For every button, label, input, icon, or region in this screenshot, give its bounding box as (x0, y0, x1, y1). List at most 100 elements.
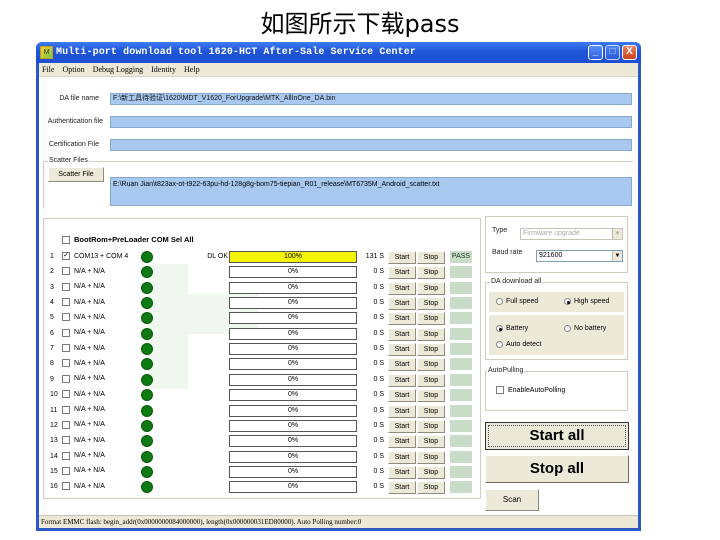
baud-select[interactable]: 921600 ▼ (536, 250, 623, 262)
checkbox[interactable] (62, 298, 70, 307)
port-start-button[interactable]: Start (388, 465, 416, 479)
port-start-button[interactable]: Start (388, 450, 416, 464)
port-checkbox[interactable]: N/A + N/A (62, 298, 105, 307)
port-checkbox[interactable]: N/A + N/A (62, 420, 105, 429)
port-stop-button[interactable]: Stop (417, 358, 445, 372)
cert-file-input[interactable] (110, 139, 632, 151)
port-stop-button[interactable]: Stop (417, 251, 445, 264)
port-start-button[interactable]: Start (388, 312, 416, 326)
port-checkbox[interactable]: N/A + N/A (62, 390, 105, 399)
title-bar[interactable]: M Multi-port download tool 1620-HCT Afte… (36, 42, 641, 63)
port-stop-button[interactable]: Stop (417, 435, 445, 449)
checkbox[interactable] (62, 390, 70, 399)
checkbox[interactable] (62, 328, 70, 337)
port-stop-button[interactable]: Stop (417, 404, 445, 418)
chevron-down-icon[interactable]: ▼ (612, 229, 622, 239)
menu-file[interactable]: File (42, 65, 54, 74)
port-start-button[interactable]: Start (388, 481, 416, 495)
checkbox[interactable] (62, 374, 70, 383)
port-stop-button[interactable]: Stop (417, 481, 445, 495)
checkbox[interactable] (62, 482, 70, 491)
port-checkbox[interactable]: N/A + N/A (62, 436, 105, 445)
port-checkbox[interactable]: N/A + N/A (62, 374, 105, 383)
port-start-button[interactable]: Start (388, 435, 416, 449)
port-checkbox[interactable]: N/A + N/A (62, 282, 105, 291)
radio-button[interactable] (496, 325, 503, 332)
port-checkbox[interactable]: N/A + N/A (62, 267, 105, 276)
scatter-file-input[interactable]: E:\Ruan Jian\t823ax-ot-t922-63pu-hd-128g… (110, 177, 632, 206)
menu-debug-logging[interactable]: Debug Logging (93, 65, 143, 74)
port-stop-button[interactable]: Stop (417, 389, 445, 403)
port-start-button[interactable]: Start (388, 327, 416, 341)
maximize-button[interactable]: □ (605, 45, 620, 60)
port-stop-button[interactable]: Stop (417, 419, 445, 433)
radio-button[interactable] (564, 298, 571, 305)
select-all-checkbox[interactable]: BootRom+PreLoader COM Sel All (62, 235, 194, 244)
checkbox[interactable] (62, 267, 70, 276)
battery-radio[interactable]: Battery (496, 325, 528, 332)
port-stop-button[interactable]: Stop (417, 312, 445, 326)
checkbox[interactable] (62, 313, 70, 322)
port-checkbox[interactable]: N/A + N/A (62, 359, 105, 368)
port-stop-button[interactable]: Stop (417, 327, 445, 341)
port-stop-button[interactable]: Stop (417, 266, 445, 280)
checkbox[interactable] (62, 436, 70, 445)
radio-button[interactable] (564, 325, 571, 332)
port-checkbox[interactable]: N/A + N/A (62, 344, 105, 353)
checkbox[interactable] (496, 386, 504, 394)
checkbox[interactable] (62, 405, 70, 414)
port-checkbox[interactable]: N/A + N/A (62, 482, 105, 491)
da-file-input[interactable]: F:\新工具待验证\1620\MDT_V1620_ForUpgrade\MTK_… (110, 93, 632, 105)
no-battery-radio[interactable]: No battery (564, 325, 606, 332)
port-stop-button[interactable]: Stop (417, 281, 445, 295)
port-start-button[interactable]: Start (388, 297, 416, 311)
high-speed-radio[interactable]: High speed (564, 298, 609, 305)
port-start-button[interactable]: Start (388, 419, 416, 433)
auto-detect-radio[interactable]: Auto detect (496, 341, 541, 348)
radio-button[interactable] (496, 341, 503, 348)
progress-label: 0% (287, 391, 299, 399)
port-checkbox[interactable]: N/A + N/A (62, 451, 105, 460)
menu-identity[interactable]: Identity (151, 65, 176, 74)
port-stop-button[interactable]: Stop (417, 297, 445, 311)
type-select[interactable]: Firmware upgrade ▼ (520, 228, 623, 240)
checkbox[interactable] (62, 420, 70, 429)
port-stop-button[interactable]: Stop (417, 343, 445, 357)
port-checkbox[interactable]: N/A + N/A (62, 328, 105, 337)
port-start-button[interactable]: Start (388, 358, 416, 372)
port-start-button[interactable]: Start (388, 404, 416, 418)
menu-help[interactable]: Help (184, 65, 200, 74)
port-stop-button[interactable]: Stop (417, 465, 445, 479)
checkbox[interactable] (62, 359, 70, 368)
port-start-button[interactable]: Start (388, 389, 416, 403)
minimize-button[interactable]: _ (588, 45, 603, 60)
port-stop-button[interactable]: Stop (417, 450, 445, 464)
select-all-box[interactable] (62, 235, 70, 244)
radio-button[interactable] (496, 298, 503, 305)
menu-option[interactable]: Option (62, 65, 84, 74)
port-checkbox[interactable]: N/A + N/A (62, 466, 105, 475)
chevron-down-icon[interactable]: ▼ (612, 251, 622, 261)
port-start-button[interactable]: Start (388, 251, 416, 264)
full-speed-radio[interactable]: Full speed (496, 298, 538, 305)
port-checkbox[interactable]: N/A + N/A (62, 313, 105, 322)
start-all-button[interactable]: Start all (485, 422, 629, 450)
port-start-button[interactable]: Start (388, 281, 416, 295)
checkbox[interactable] (62, 344, 70, 353)
enable-autopolling-checkbox[interactable]: EnableAutoPolling (496, 386, 565, 394)
stop-all-button[interactable]: Stop all (485, 455, 629, 483)
port-start-button[interactable]: Start (388, 266, 416, 280)
scan-button[interactable]: Scan (485, 489, 539, 511)
checkbox[interactable] (62, 451, 70, 460)
close-button[interactable]: X (622, 45, 637, 60)
scatter-file-button[interactable]: Scatter File (48, 167, 104, 182)
port-start-button[interactable]: Start (388, 343, 416, 357)
auth-file-input[interactable] (110, 116, 632, 128)
checkbox[interactable] (62, 466, 70, 475)
port-checkbox[interactable]: N/A + N/A (62, 405, 105, 414)
port-checkbox[interactable]: ✓ COM13 + COM 4 (62, 252, 128, 260)
checkbox[interactable]: ✓ (62, 252, 70, 260)
checkbox[interactable] (62, 282, 70, 291)
port-stop-button[interactable]: Stop (417, 373, 445, 387)
port-start-button[interactable]: Start (388, 373, 416, 387)
